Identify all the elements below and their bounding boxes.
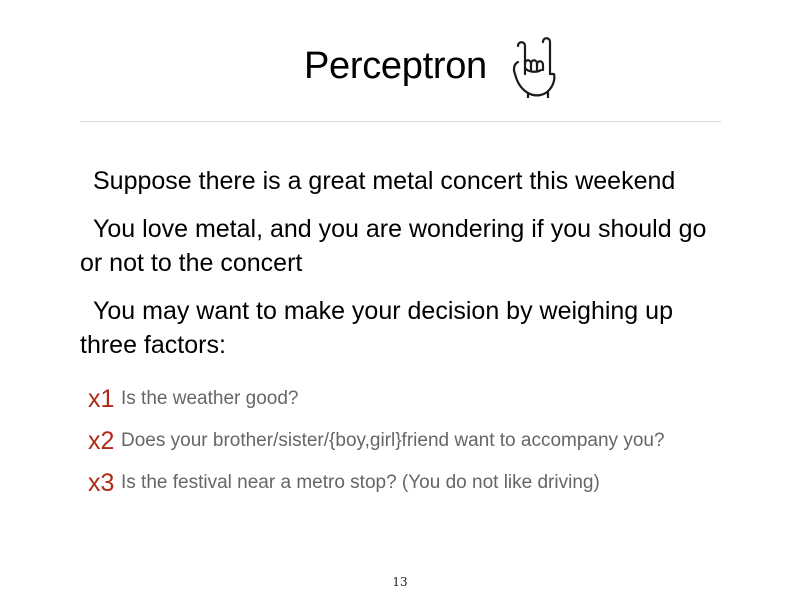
slide: Perceptron Suppose there is a great meta… xyxy=(0,0,800,600)
factor-id: x2 xyxy=(88,427,115,455)
title-row: Perceptron xyxy=(0,34,800,104)
factor-list: x1 Is the weather good? x2 Does your bro… xyxy=(80,376,720,502)
factor-id: x1 xyxy=(88,385,115,413)
page-number: 13 xyxy=(392,575,408,589)
factor-item: x2 Does your brother/sister/{boy,girl}fr… xyxy=(80,418,720,460)
paragraph-concert: Suppose there is a great metal concert t… xyxy=(93,167,676,195)
factor-text: Is the weather good? xyxy=(121,388,299,409)
slide-body: Suppose there is a great metal concert t… xyxy=(80,164,720,502)
paragraph-love-metal: You love metal, and you are wondering if… xyxy=(80,215,707,277)
factor-item: x1 Is the weather good? xyxy=(80,376,720,418)
slide-title: Perceptron xyxy=(304,45,487,87)
factor-text: Is the festival near a metro stop? (You … xyxy=(121,472,600,493)
title-divider xyxy=(80,121,721,122)
factor-id: x3 xyxy=(88,469,115,497)
rock-on-hand-icon xyxy=(512,37,556,98)
paragraph-decision: You may want to make your decision by we… xyxy=(80,297,673,359)
factor-text: Does your brother/sister/{boy,girl}frien… xyxy=(121,430,665,451)
factor-item: x3 Is the festival near a metro stop? (Y… xyxy=(80,460,720,502)
